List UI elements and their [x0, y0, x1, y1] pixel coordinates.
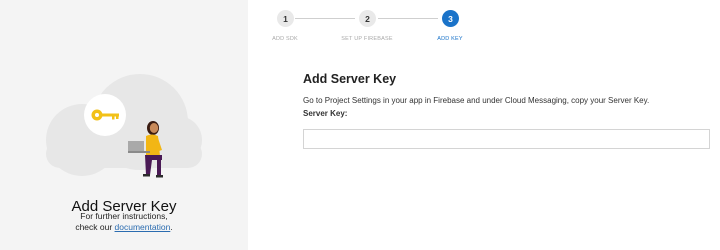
- left-panel-subtitle-line2: check our documentation.: [0, 222, 248, 233]
- key-icon: [84, 94, 126, 136]
- step-1-label: ADD SDK: [272, 36, 298, 42]
- step-3-circle[interactable]: 3: [442, 10, 459, 27]
- step-3-label: ADD KEY: [437, 36, 463, 42]
- step-connector-2: [378, 18, 438, 19]
- step-2-label: SET UP FIREBASE: [341, 36, 393, 42]
- step-1-circle[interactable]: 1: [277, 10, 294, 27]
- server-key-input[interactable]: [303, 129, 710, 149]
- instructions-text: Go to Project Settings in your app in Fi…: [303, 96, 650, 105]
- step-2-circle[interactable]: 2: [359, 10, 376, 27]
- step-connector-1: [295, 18, 355, 19]
- progress-stepper: 1 2 3 ADD SDK SET UP FIREBASE ADD KEY: [0, 0, 720, 50]
- subtitle-prefix: check our: [75, 221, 115, 232]
- documentation-link[interactable]: documentation: [115, 222, 171, 232]
- cloud-icon: [46, 74, 202, 176]
- add-server-key-page: Add Server Key For further instructions,…: [0, 0, 720, 250]
- left-panel-subtitle-line1: For further instructions,: [80, 211, 168, 221]
- left-panel-subtitle: For further instructions, check our docu…: [0, 211, 248, 232]
- server-key-label: Server Key:: [303, 109, 348, 118]
- subtitle-suffix: .: [170, 221, 173, 232]
- page-title: Add Server Key: [303, 72, 397, 86]
